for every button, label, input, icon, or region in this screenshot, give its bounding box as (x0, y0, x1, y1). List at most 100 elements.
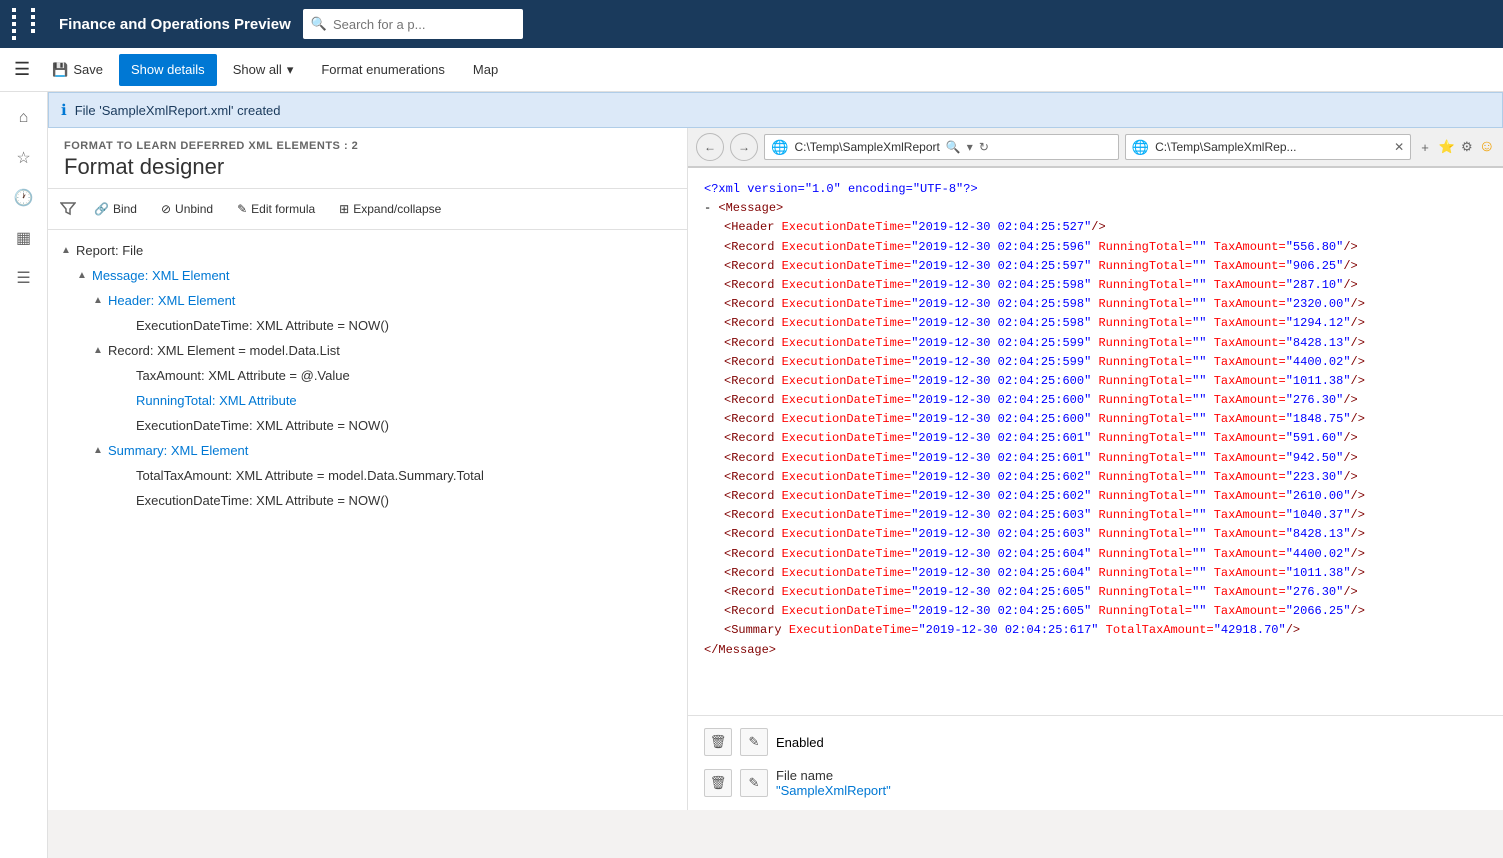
expand-icon: ⊞ (339, 202, 349, 216)
tree-item-taxamount[interactable]: TaxAmount: XML Attribute = @.Value (48, 363, 687, 388)
edit-formula-button[interactable]: ✎ Edit formula (227, 195, 325, 223)
ie-icon: 🌐 (771, 139, 788, 156)
tree-item-message[interactable]: ▲ Message: XML Element (48, 263, 687, 288)
app-title: Finance and Operations Preview (59, 16, 291, 33)
search-icon: 🔍 (311, 16, 327, 32)
main-layout: FORMAT TO LEARN DEFERRED XML ELEMENTS : … (48, 128, 1503, 810)
xml-record-17: <Record ExecutionDateTime="2019-12-30 02… (704, 545, 1487, 564)
xml-record-9: <Record ExecutionDateTime="2019-12-30 02… (704, 391, 1487, 410)
search-input[interactable] (333, 17, 515, 32)
xml-record-7: <Record ExecutionDateTime="2019-12-30 02… (704, 353, 1487, 372)
save-button[interactable]: 💾 Save (40, 54, 115, 86)
panel-toolbar: 🔗 Bind ⊘ Unbind ✎ Edit formula ⊞ Expand/… (48, 189, 687, 230)
show-all-button[interactable]: Show all ▾ (221, 54, 306, 86)
tree-item-record-dt[interactable]: ExecutionDateTime: XML Attribute = NOW() (48, 413, 687, 438)
xml-record-11: <Record ExecutionDateTime="2019-12-30 02… (704, 429, 1487, 448)
trash-icon-2: 🗑 (710, 775, 727, 791)
enabled-label: Enabled (776, 735, 824, 750)
tree-item-report[interactable]: ▲ Report: File (48, 238, 687, 263)
panel-subtitle: FORMAT TO LEARN DEFERRED XML ELEMENTS : … (64, 140, 671, 152)
notification-bar: ℹ File 'SampleXmlReport.xml' created (48, 92, 1503, 128)
address-bar-2[interactable]: 🌐 C:\Temp\SampleXmlRep... ✕ (1125, 134, 1412, 160)
edit-filename-button[interactable]: ✎ (740, 769, 768, 797)
delete-filename-button[interactable]: 🗑 (704, 769, 732, 797)
left-panel: FORMAT TO LEARN DEFERRED XML ELEMENTS : … (48, 128, 688, 810)
delete-enabled-button[interactable]: 🗑 (704, 728, 732, 756)
xml-record-15: <Record ExecutionDateTime="2019-12-30 02… (704, 506, 1487, 525)
filename-value: "SampleXmlReport" (776, 783, 891, 798)
tree-item-label: ExecutionDateTime: XML Attribute = NOW() (136, 318, 389, 333)
xml-record-19: <Record ExecutionDateTime="2019-12-30 02… (704, 583, 1487, 602)
edit-icon-2: ✎ (749, 775, 760, 791)
xml-declaration: <?xml version="1.0" encoding="UTF-8"?> (704, 180, 1487, 199)
xml-record-5: <Record ExecutionDateTime="2019-12-30 02… (704, 314, 1487, 333)
tree-arrow (120, 470, 132, 481)
unbind-button[interactable]: ⊘ Unbind (151, 195, 223, 223)
sidebar-home[interactable]: ⌂ (6, 100, 42, 136)
xml-record-12: <Record ExecutionDateTime="2019-12-30 02… (704, 449, 1487, 468)
sidebar-recent[interactable]: 🕐 (6, 180, 42, 216)
enabled-row: 🗑 ✎ Enabled (704, 728, 1487, 756)
forward-icon: → (738, 140, 750, 154)
expand-collapse-button[interactable]: ⊞ Expand/collapse (329, 195, 451, 223)
sidebar-workspaces[interactable]: ▦ (6, 220, 42, 256)
new-tab-icon[interactable]: + (1417, 136, 1433, 159)
tree-item-label: ExecutionDateTime: XML Attribute = NOW() (136, 418, 389, 433)
xml-record-14: <Record ExecutionDateTime="2019-12-30 02… (704, 487, 1487, 506)
format-enumerations-button[interactable]: Format enumerations (309, 54, 457, 86)
formula-icon: ✎ (237, 202, 247, 216)
xml-summary: <Summary ExecutionDateTime="2019-12-30 0… (704, 621, 1487, 640)
bookmark-icon[interactable]: ⭐ (1439, 139, 1455, 155)
tree-item-label: RunningTotal: XML Attribute (136, 393, 297, 408)
chevron-down-icon: ▾ (287, 62, 294, 78)
sidebar-favorites[interactable]: ☆ (6, 140, 42, 176)
xml-record-8: <Record ExecutionDateTime="2019-12-30 02… (704, 372, 1487, 391)
tree-arrow: ▲ (60, 245, 72, 256)
tree-item-totaltax[interactable]: TotalTaxAmount: XML Attribute = model.Da… (48, 463, 687, 488)
tree-arrow (120, 395, 132, 406)
face-icon[interactable]: ☺ (1479, 138, 1495, 156)
tree-arrow (120, 320, 132, 331)
right-section: ← → 🌐 C:\Temp\SampleXmlReport 🔍 ▾ ↻ 🌐 C:… (688, 128, 1503, 810)
sidebar-modules[interactable]: ☰ (6, 260, 42, 296)
tree-item-header-dt[interactable]: ExecutionDateTime: XML Attribute = NOW() (48, 313, 687, 338)
xml-record-10: <Record ExecutionDateTime="2019-12-30 02… (704, 410, 1487, 429)
address-bar-1[interactable]: 🌐 C:\Temp\SampleXmlReport 🔍 ▾ ↻ (764, 134, 1119, 160)
save-icon: 💾 (52, 62, 68, 78)
tree-item-header[interactable]: ▲ Header: XML Element (48, 288, 687, 313)
browser-nav: ← → 🌐 C:\Temp\SampleXmlReport 🔍 ▾ ↻ 🌐 C:… (688, 128, 1503, 167)
notification-text: File 'SampleXmlReport.xml' created (75, 103, 281, 118)
back-icon: ← (704, 140, 716, 154)
filename-row: 🗑 ✎ File name "SampleXmlReport" (704, 768, 1487, 798)
forward-button[interactable]: → (730, 133, 758, 161)
link-icon: 🔗 (94, 202, 109, 216)
xml-message-open: - <Message> (704, 199, 1487, 218)
map-button[interactable]: Map (461, 54, 510, 86)
info-icon: ℹ (61, 101, 67, 119)
hamburger-button[interactable]: ☰ (8, 53, 36, 86)
xml-message-close: </Message> (704, 641, 1487, 660)
filter-icon[interactable] (56, 197, 80, 221)
tree-item-runningtotal[interactable]: RunningTotal: XML Attribute (48, 388, 687, 413)
panel-title: Format designer (64, 154, 671, 180)
address-text: C:\Temp\SampleXmlReport (794, 140, 939, 154)
tree-item-record[interactable]: ▲ Record: XML Element = model.Data.List (48, 338, 687, 363)
xml-record-6: <Record ExecutionDateTime="2019-12-30 02… (704, 334, 1487, 353)
show-details-button[interactable]: Show details (119, 54, 217, 86)
tree-arrow (120, 495, 132, 506)
close-tab-icon[interactable]: ✕ (1394, 140, 1404, 154)
app-grid-icon[interactable] (12, 8, 47, 40)
tree-item-label: Report: File (76, 243, 143, 258)
tree-item-summary-dt[interactable]: ExecutionDateTime: XML Attribute = NOW() (48, 488, 687, 513)
back-button[interactable]: ← (696, 133, 724, 161)
gear-icon[interactable]: ⚙ (1461, 139, 1473, 155)
edit-enabled-button[interactable]: ✎ (740, 728, 768, 756)
trash-icon: 🗑 (710, 734, 727, 750)
tree-arrow: ▲ (92, 295, 104, 306)
bind-button[interactable]: 🔗 Bind (84, 195, 147, 223)
tree-item-summary[interactable]: ▲ Summary: XML Element (48, 438, 687, 463)
search-bar[interactable]: 🔍 (303, 9, 523, 39)
refresh-icon[interactable]: ↻ (979, 140, 989, 154)
tree-item-label: Summary: XML Element (108, 443, 248, 458)
xml-record-16: <Record ExecutionDateTime="2019-12-30 02… (704, 525, 1487, 544)
